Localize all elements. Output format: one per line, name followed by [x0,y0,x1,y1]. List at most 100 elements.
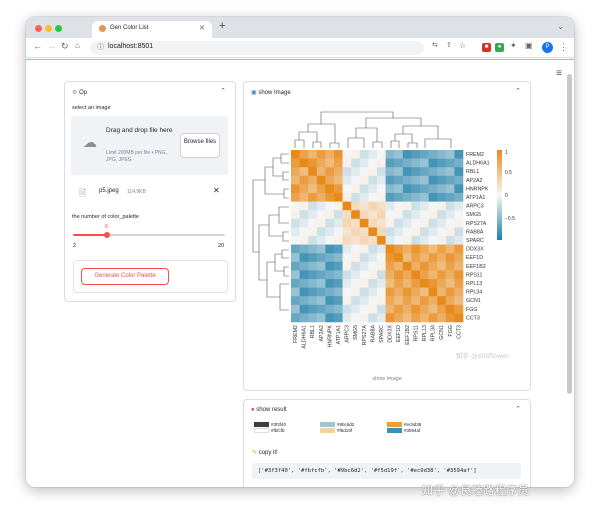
heatmap-cell [394,244,404,254]
heatmap-cell [342,279,352,288]
heatmap-cell [428,175,438,185]
heatmap-cell [308,253,318,263]
heatmap-cell [325,287,335,297]
image-panel-header[interactable]: ▣ show Image [251,89,291,96]
heatmap-cell [325,218,335,228]
heatmap-cell [377,304,386,314]
forward-arrow-icon[interactable]: → [47,41,56,51]
heatmap-cell [420,158,429,168]
heatmap-cell [454,279,464,288]
heatmap-cell [402,210,412,220]
generate-palette-button[interactable]: Generate Color Palette [81,268,169,285]
heatmap-cell [385,150,395,159]
heatmap-cell [308,201,318,211]
heatmap-cell [411,236,421,245]
heatmap-cell [308,279,318,288]
collapse-op-chevron-icon[interactable]: ⌃ [220,87,226,95]
settings-icon: ⚙ [72,90,78,96]
heatmap-cell [454,150,464,159]
collapse-image-chevron-icon[interactable]: ⌃ [515,87,521,95]
heatmap-row-label: RPS27A [466,221,487,227]
info-icon[interactable]: ⓘ [97,42,104,52]
heatmap-cell [291,193,300,202]
heatmap-cell [428,261,438,271]
red-dot-icon: ● [251,407,255,413]
left-dendrogram-branch [278,206,289,224]
palette-code-block[interactable]: ['#3f3f40', '#fbfcfb', '#9bc6d2', '#f5d1… [252,463,521,479]
generate-form: Generate Color Palette [73,260,228,293]
heatmap-cell [454,261,464,271]
heatmap-cell [316,175,326,185]
home-icon[interactable]: ⌂ [75,41,80,50]
heatmap-cell [334,158,343,168]
adblock-extension-icon[interactable]: ■ [482,43,491,52]
heatmap-cell [325,175,335,185]
heatmap-cell [454,313,464,323]
heatmap-cell [342,270,352,280]
heatmap-cell [445,201,455,211]
heatmap-cell [385,304,395,314]
heatmap-cell [454,184,464,194]
page-scrollbar[interactable] [567,74,572,394]
new-tab-button[interactable]: + [219,20,225,32]
heatmap-cell [420,210,429,220]
reload-icon[interactable]: ↻ [61,41,69,52]
top-dendrogram-branch [355,127,378,142]
translate-icon[interactable]: ⇆ [432,41,438,49]
back-arrow-icon[interactable]: ← [33,41,42,51]
heatmap-cell [334,261,343,271]
heatmap-cell [454,218,464,228]
heatmap-cell [334,210,343,220]
address-bar[interactable]: ⓘ localhost:8501 [90,41,424,55]
op-panel-header[interactable]: ⚙ Op [72,89,87,96]
tab-search-chevron-icon[interactable]: ⌄ [557,22,564,31]
bookmark-star-icon[interactable]: ☆ [459,41,466,50]
extensions-puzzle-icon[interactable]: ✦ [510,41,517,50]
top-dendrogram-branch [329,142,340,148]
sidebar-panel-icon[interactable]: ▣ [525,41,533,50]
result-panel-header[interactable]: ● show result [251,407,287,413]
heatmap-cell [316,201,326,211]
heatmap-cell [420,167,429,177]
heatmap-cell [368,296,378,306]
heatmap-cell [316,218,326,228]
heatmap-cell [351,218,361,228]
palette-swatch-1 [254,422,269,427]
palette-hex-4: #f5d19f [337,428,353,433]
share-icon[interactable]: ⇪ [446,41,452,49]
collapse-result-chevron-icon[interactable]: ⌃ [515,405,521,413]
browser-menu-icon[interactable]: ⋮ [559,42,568,53]
heatmap-cell [394,261,404,271]
heatmap-cell [368,210,378,220]
heatmap-cell [291,175,300,185]
heatmap-cell [445,270,455,280]
heatmap-cell [411,210,421,220]
browser-tab[interactable]: Gen Color List ✕ [92,21,212,38]
heatmap-cell [342,167,352,177]
heatmap-cell [368,218,378,228]
heatmap-cell [402,227,412,237]
heatmap-cell [420,279,429,288]
colorbar [497,150,502,240]
heatmap-row-label: FGG [466,307,477,313]
heatmap-cell [316,304,326,314]
file-dropzone[interactable]: ☁ Drag and drop file here Limit 200MB pe… [71,116,228,175]
extension-icon[interactable]: ● [495,43,504,52]
heatmap-cell [334,270,343,280]
remove-file-icon[interactable]: ✕ [213,186,220,195]
browse-files-button[interactable]: Browse files [180,133,220,158]
heatmap-cell [351,175,361,185]
app-menu-icon[interactable]: ≡ [556,68,562,79]
maximize-window-button[interactable] [55,25,62,32]
heatmap-cell [437,158,447,168]
tab-bar: Gen Color List ✕ + ⌄ [26,17,574,38]
slider-thumb[interactable] [104,232,110,238]
minimize-window-button[interactable] [45,25,52,32]
heatmap-cell [308,193,318,202]
heatmap-cell [316,313,326,323]
heatmap-cell [411,184,421,194]
heatmap-cell [316,167,326,177]
close-window-button[interactable] [35,25,42,32]
close-tab-icon[interactable]: ✕ [199,24,205,32]
profile-avatar[interactable]: P [542,42,553,53]
